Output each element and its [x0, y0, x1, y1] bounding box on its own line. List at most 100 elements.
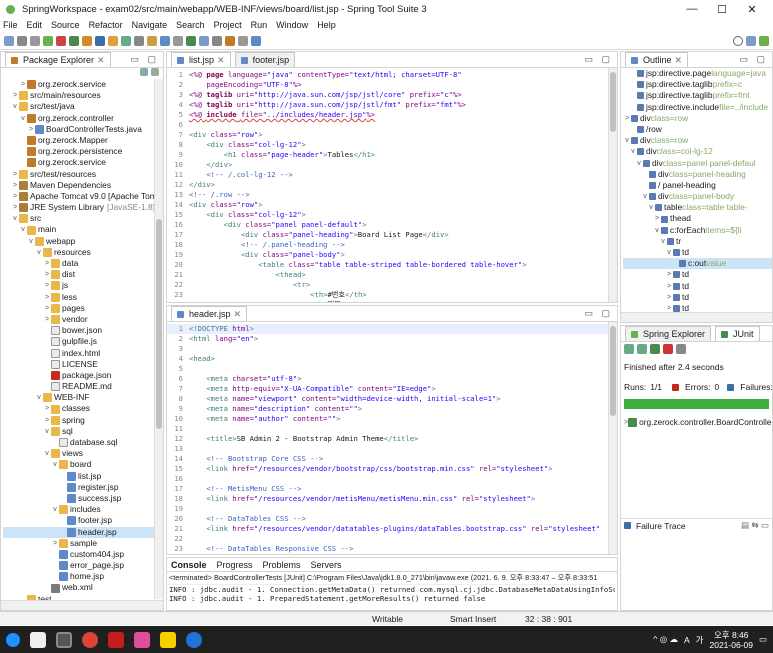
tree-item[interactable]: > spring — [3, 415, 163, 426]
tree-item[interactable]: v board — [3, 459, 163, 470]
code-line[interactable]: 15 <link href="/resources/vendor/bootstr… — [167, 464, 617, 474]
code-line[interactable]: 12 </div> — [167, 180, 617, 190]
outline-item[interactable]: jsp:directive.include file=../include — [623, 102, 772, 113]
code-line[interactable]: 8 <meta name="viewport" content="width=d… — [167, 394, 617, 404]
code-line[interactable]: 21 <thead> — [167, 270, 617, 280]
tab-footer-jsp[interactable]: footer.jsp — [234, 52, 296, 67]
tree-item[interactable]: > src/main/resources — [3, 90, 163, 101]
code-line[interactable]: 7 <div class="row"> — [167, 130, 617, 140]
tree-item[interactable]: gulpfile.js — [3, 336, 163, 347]
code-line[interactable]: 19 <div class="panel-body"> — [167, 250, 617, 260]
ime-indicator[interactable]: 가 — [696, 634, 704, 646]
code-line[interactable]: 4 <head> — [167, 354, 617, 364]
tray-icons[interactable]: ^ ◎ ☁ — [653, 634, 678, 645]
stop-icon[interactable] — [663, 344, 673, 354]
tree-item[interactable]: > BoardControllerTests.java — [3, 124, 163, 135]
outline-item[interactable]: v tr — [623, 236, 772, 247]
expand-arrow-icon[interactable]: > — [43, 415, 51, 426]
toolbar-tool-icon[interactable] — [173, 35, 183, 46]
scrollbar-thumb[interactable] — [156, 219, 162, 429]
code-line[interactable]: 1 <%@ page language="java" contentType="t… — [167, 70, 617, 80]
test-item[interactable]: org.zerock.controller.BoardControllerT — [639, 417, 772, 427]
outline-item[interactable]: c:out value — [623, 258, 772, 270]
tree-item[interactable]: list.jsp — [3, 471, 163, 482]
tab-list-jsp[interactable]: list.jsp ✕ — [171, 52, 231, 67]
expand-arrow-icon[interactable]: v — [629, 146, 637, 157]
expand-arrow-icon[interactable]: > — [11, 180, 19, 191]
code-line[interactable]: 13 <!-- /.row --> — [167, 190, 617, 200]
tree-item[interactable]: > dist — [3, 269, 163, 280]
outline-item[interactable]: jsp:directive.taglib prefix=fmt — [623, 90, 772, 101]
toolbar-tool-icon[interactable] — [17, 35, 27, 46]
expand-arrow-icon[interactable]: > — [43, 258, 51, 269]
menu-help[interactable]: Help — [317, 20, 336, 30]
code-line[interactable]: 16 — [167, 474, 617, 484]
toolbar-tool-icon[interactable] — [56, 35, 66, 46]
code-line[interactable]: 16 <div class="panel panel-default"> — [167, 220, 617, 230]
expand-arrow-icon[interactable]: v — [35, 392, 43, 403]
code-line[interactable]: 8 <div class="col-lg-12"> — [167, 140, 617, 150]
toolbar-tool-icon[interactable] — [186, 35, 196, 46]
close-icon[interactable]: ✕ — [217, 55, 225, 66]
toolbar-tool-icon[interactable] — [95, 35, 105, 46]
menu-navigate[interactable]: Navigate — [132, 20, 168, 30]
view-controls[interactable]: ▭ ▢ — [739, 54, 768, 65]
code-line[interactable]: 1 <!DOCTYPE html> — [167, 324, 617, 334]
toolbar-tool-icon[interactable] — [134, 35, 144, 46]
toolbar-tool-icon[interactable] — [121, 35, 131, 46]
code-line[interactable]: 5 <%@ include file="../includes/header.js… — [167, 110, 617, 120]
tree-item[interactable]: index.html — [3, 348, 163, 359]
scrollbar-thumb[interactable] — [610, 72, 616, 132]
expand-arrow-icon[interactable]: v — [635, 158, 643, 169]
expand-arrow-icon[interactable]: > — [43, 280, 51, 291]
tree-item[interactable]: > org.zerock.service — [3, 79, 163, 90]
toolbar-tool-icon[interactable] — [199, 35, 209, 46]
code-line[interactable]: 6 <meta charset="utf-8"> — [167, 374, 617, 384]
code-line[interactable]: 6 — [167, 120, 617, 130]
outline-item[interactable]: > td — [623, 281, 772, 292]
code-line[interactable]: 22 <tr> — [167, 280, 617, 290]
tree-item[interactable]: org.zerock.Mapper — [3, 135, 163, 146]
expand-arrow-icon[interactable]: > — [665, 281, 673, 292]
view-controls[interactable]: ▭ ▢ — [130, 54, 159, 65]
code-area[interactable]: 1 <%@ page language="java" contentType="t… — [167, 68, 617, 302]
history-icon[interactable] — [676, 344, 686, 354]
expand-arrow-icon[interactable]: > — [43, 303, 51, 314]
code-line[interactable]: 7 <meta http-equiv="X-UA-Compatible" con… — [167, 384, 617, 394]
tab-progress[interactable]: Progress — [217, 560, 253, 570]
outline-item[interactable]: > thead — [623, 213, 772, 224]
code-line[interactable]: 2 <html lang="en"> — [167, 334, 617, 344]
tree-item[interactable]: footer.jsp — [3, 515, 163, 526]
expand-arrow-icon[interactable]: > — [51, 538, 59, 549]
tree-item[interactable]: v webapp — [3, 236, 163, 247]
code-line[interactable]: 9 <h1 class="page-header">Tables</h1> — [167, 150, 617, 160]
tree-item[interactable]: database.sql — [3, 437, 163, 448]
tree-item[interactable]: > sample — [3, 538, 163, 549]
kakaotalk-icon[interactable] — [160, 631, 176, 648]
tree-item[interactable]: > less — [3, 292, 163, 303]
toolbar-tool-icon[interactable] — [43, 35, 53, 46]
expand-arrow-icon[interactable]: > — [11, 202, 19, 213]
tree-item[interactable]: org.zerock.persistence — [3, 146, 163, 157]
expand-arrow-icon[interactable]: > — [43, 269, 51, 280]
code-line[interactable]: 20 <table class="table table-striped tab… — [167, 260, 617, 270]
toolbar-tool-icon[interactable] — [147, 35, 157, 46]
tree-item[interactable]: > js — [3, 280, 163, 291]
outline-item[interactable]: > td — [623, 292, 772, 303]
code-area[interactable]: 1 <!DOCTYPE html> 2 <html lang="en"> 3 4 <head… — [167, 322, 617, 555]
code-line[interactable]: 22 — [167, 534, 617, 544]
search-icon[interactable] — [733, 35, 743, 46]
link-editor-icon[interactable] — [151, 68, 159, 76]
code-line[interactable]: 21 <link href="/resources/vendor/datatab… — [167, 524, 617, 534]
menu-file[interactable]: File — [3, 20, 18, 30]
tree-item[interactable]: > classes — [3, 403, 163, 414]
close-icon[interactable]: ✕ — [97, 55, 105, 66]
toolbar-tool-icon[interactable] — [4, 35, 14, 46]
expand-arrow-icon[interactable]: v — [11, 213, 19, 224]
outline-item[interactable]: > div class=row — [623, 113, 772, 124]
expand-arrow-icon[interactable]: v — [653, 225, 661, 236]
tree-item[interactable]: v resources — [3, 247, 163, 258]
code-line[interactable]: 24 <link href="/resources/vendor/datatab… — [167, 554, 617, 555]
code-line[interactable]: 10 </div> — [167, 160, 617, 170]
tree-item[interactable]: v org.zerock.controller — [3, 113, 163, 124]
